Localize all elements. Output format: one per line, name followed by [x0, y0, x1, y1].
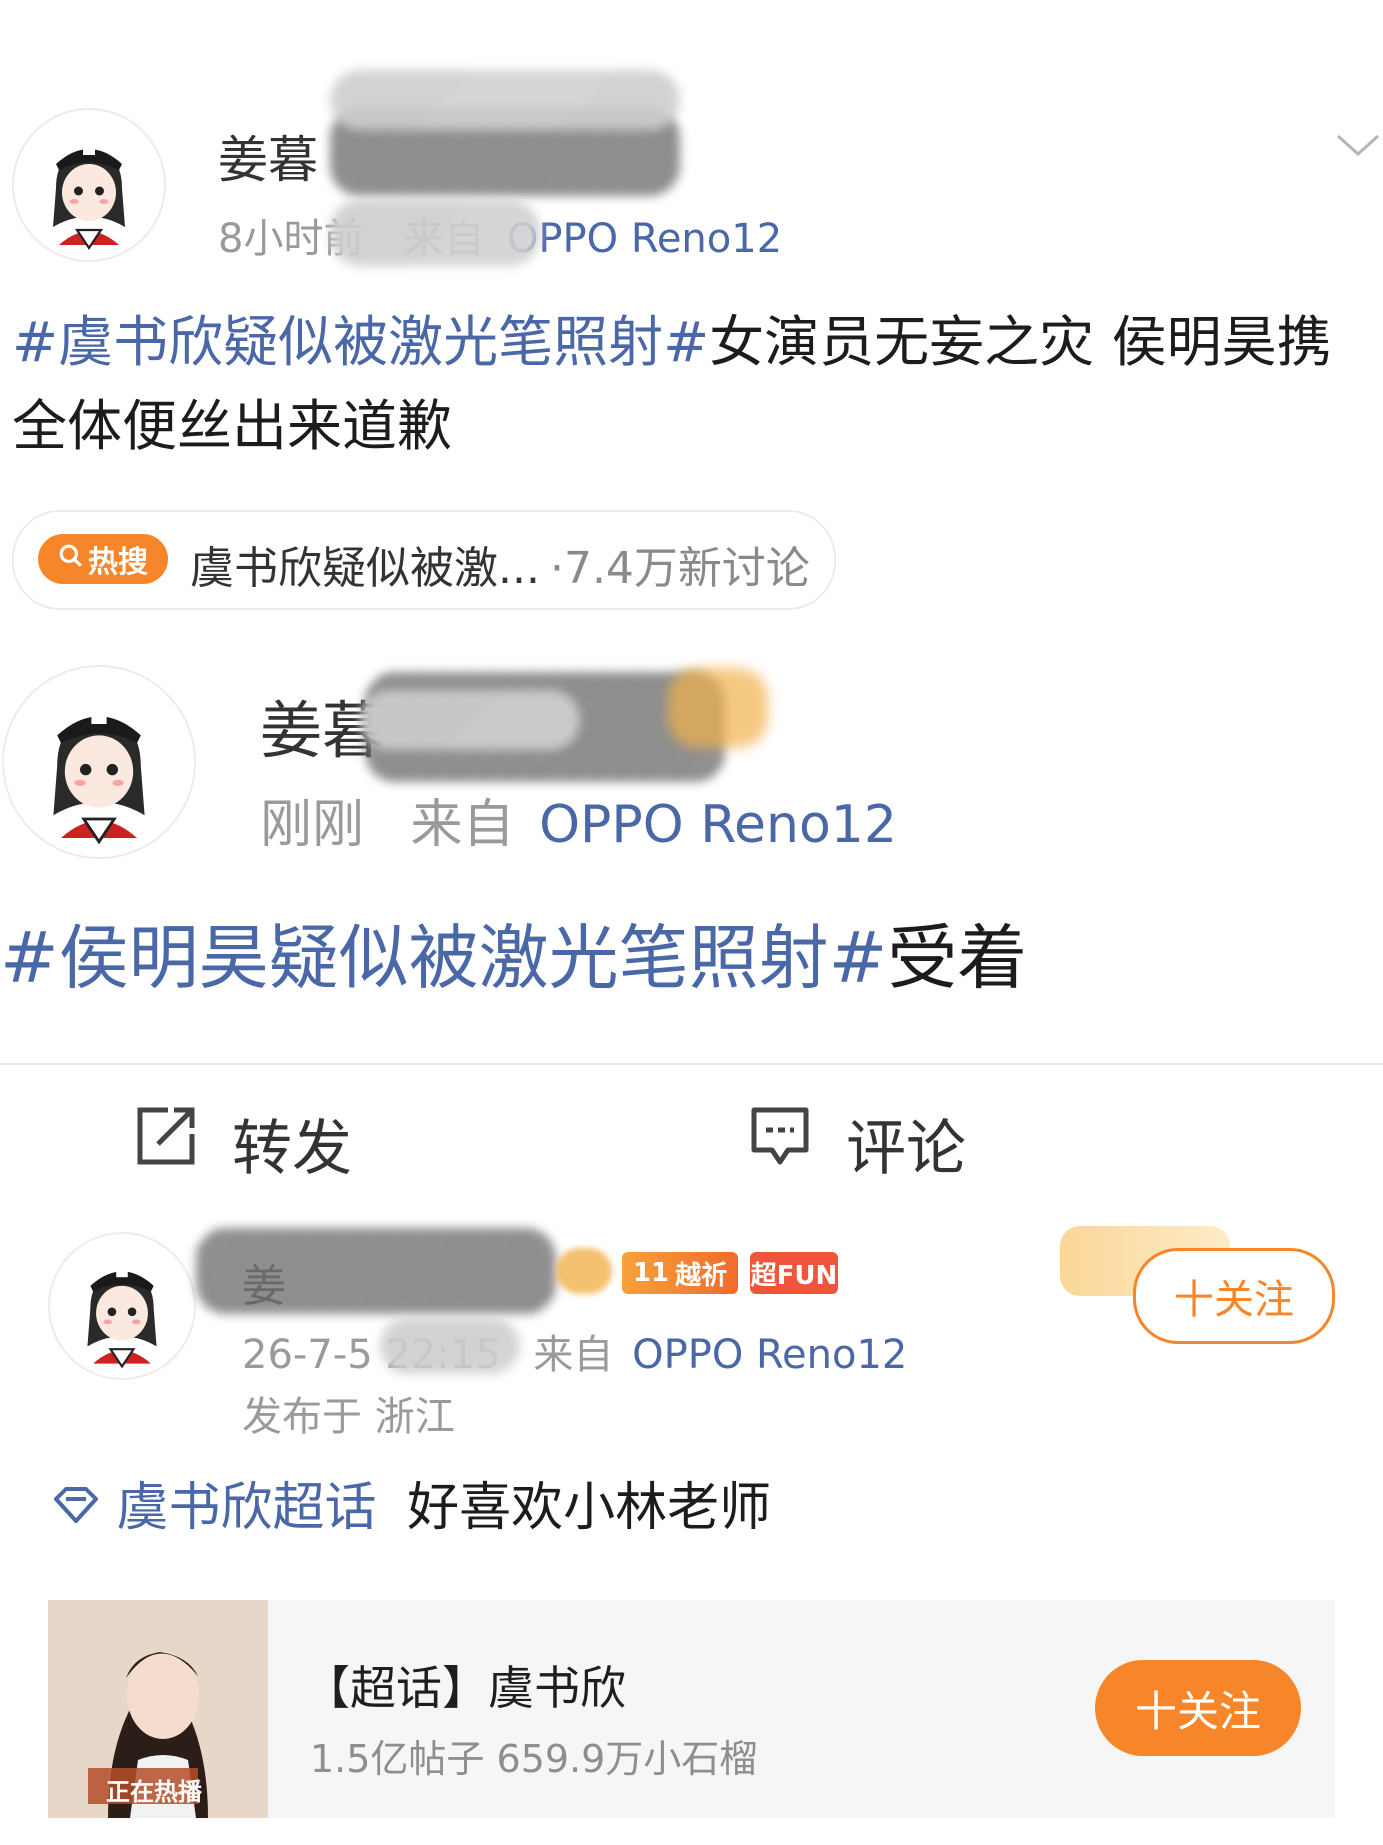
- hashtag-link[interactable]: #侯明昊疑似被激光笔照射#: [0, 917, 887, 999]
- hot-search-chip[interactable]: 热搜 虞书欣疑似被激... ·7.4万新讨论: [12, 510, 836, 610]
- hot-search-topic: 虞书欣疑似被激...: [190, 543, 540, 594]
- post-text: #侯明昊疑似被激光笔照射#受着: [0, 910, 1027, 1006]
- comment-device[interactable]: OPPO Reno12: [632, 1332, 907, 1378]
- level-label: 越祈: [675, 1260, 728, 1291]
- divider: [0, 1063, 1383, 1065]
- hot-search-text: 虞书欣疑似被激... ·7.4万新讨论: [190, 532, 810, 596]
- search-icon: [58, 542, 84, 577]
- avatar[interactable]: [12, 108, 166, 262]
- post-body: 受着: [887, 917, 1028, 999]
- supertopic-title: 【超话】虞书欣: [304, 1661, 626, 1715]
- hashtag-link[interactable]: #虞书欣疑似被激光笔照射#: [12, 310, 709, 374]
- hot-search-count: ·7.4万新讨论: [549, 543, 810, 594]
- level-number: 11: [632, 1258, 670, 1288]
- post-device[interactable]: OPPO Reno12: [507, 216, 782, 262]
- username-redaction-light: [330, 70, 680, 130]
- cover-caption: 正在热播: [106, 1778, 202, 1806]
- hot-search-badge: 热搜: [38, 534, 168, 584]
- meta-redaction: [380, 1318, 520, 1374]
- hot-search-label: 热搜: [88, 545, 148, 580]
- comment-location: 发布于 浙江: [242, 1394, 455, 1440]
- comment-meta: 26-7-5 22:15 来自 OPPO Reno12: [242, 1322, 907, 1380]
- level-badge[interactable]: 11 越祈: [622, 1252, 738, 1294]
- follow-button[interactable]: 十关注: [1133, 1248, 1335, 1344]
- supertopic-link[interactable]: 虞书欣超话: [117, 1478, 377, 1538]
- fun-badge[interactable]: 超FUN: [750, 1252, 838, 1294]
- comment-from: 来自: [533, 1332, 614, 1378]
- comment-button[interactable]: 评论: [748, 1107, 966, 1184]
- comment-body: 好喜欢小林老师: [407, 1478, 772, 1538]
- avatar[interactable]: [48, 1232, 196, 1380]
- post-text: #虞书欣疑似被激光笔照射#女演员无妄之灾 侯明昊携全体便丝出来道歉: [12, 300, 1377, 468]
- post-from: 来自: [410, 795, 515, 855]
- follow-button[interactable]: 十关注: [1095, 1660, 1301, 1756]
- avatar[interactable]: [2, 665, 196, 859]
- comment-label: 评论: [846, 1113, 966, 1184]
- post-username[interactable]: 姜暮: [218, 120, 318, 192]
- repost-icon: [134, 1104, 198, 1183]
- supertopic-stats: 1.5亿帖子 659.9万小石榴: [310, 1737, 758, 1781]
- supertopic-cover-image[interactable]: 正在热播: [48, 1600, 268, 1818]
- chevron-down-icon[interactable]: [1334, 120, 1382, 168]
- post-meta: 刚刚 来自 OPPO Reno12: [260, 782, 897, 857]
- repost-label: 转发: [232, 1113, 352, 1184]
- repost-button[interactable]: 转发: [134, 1107, 352, 1184]
- post-time: 刚刚: [260, 795, 365, 855]
- meta-redaction: [330, 200, 540, 266]
- supertopic-icon: [52, 1472, 100, 1523]
- comment-icon: [748, 1104, 812, 1183]
- username-redaction-light: [360, 690, 580, 750]
- username-redaction: [196, 1228, 556, 1314]
- comment-text: 虞书欣超话 好喜欢小林老师: [52, 1468, 771, 1548]
- supertopic-card[interactable]: 正在热播 【超话】虞书欣 1.5亿帖子 659.9万小石榴 十关注: [48, 1600, 1335, 1818]
- orange-badge-redacted: [556, 1248, 612, 1294]
- post-device[interactable]: OPPO Reno12: [539, 795, 897, 855]
- orange-badge-redacted: [668, 668, 768, 748]
